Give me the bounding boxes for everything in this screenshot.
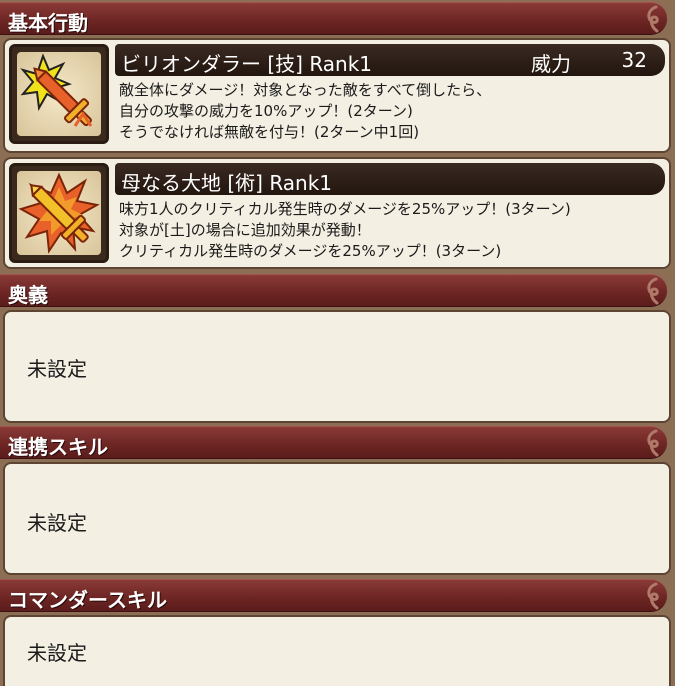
description-line: 対象が[土]の場合に追加効果が発動！: [119, 221, 371, 239]
skill-card[interactable]: 母なる大地 [術] Rank1 味方1人のクリティカル発生時のダメージを25%ア…: [3, 157, 671, 269]
section-title: 連携スキル: [8, 435, 108, 459]
section-header-link-skill: 連携スキル: [0, 426, 667, 459]
description-line: そうでなければ無敵を付与！(2ターン中1回): [119, 123, 420, 141]
section-header-basic-action: 基本行動: [0, 2, 667, 35]
power-value: 32: [621, 48, 647, 72]
unset-label: 未設定: [27, 641, 87, 665]
description-line: クリティカル発生時のダメージを25%アップ！(3ターン): [119, 242, 502, 260]
section-header-commander-skill: コマンダースキル: [0, 579, 667, 612]
section-header-ougi: 奥義: [0, 274, 667, 307]
burst-sword-icon: [17, 171, 101, 255]
skill-icon-frame: [9, 44, 109, 144]
skill-card[interactable]: ビリオンダラー [技] Rank1 威力 32 敵全体にダメージ！対象となった敵…: [3, 38, 671, 153]
power-label: 威力: [531, 52, 571, 76]
scroll-ornament-icon: [647, 429, 659, 457]
skill-description: 味方1人のクリティカル発生時のダメージを25%アップ！(3ターン) 対象が[土]…: [119, 199, 571, 262]
skill-name: 母なる大地 [術] Rank1: [121, 171, 333, 195]
skill-name: ビリオンダラー [技] Rank1: [121, 52, 373, 76]
skill-icon-frame: [9, 163, 109, 263]
scroll-ornament-icon: [647, 582, 659, 610]
description-line: 敵全体にダメージ！対象となった敵をすべて倒したら、: [119, 81, 492, 99]
section-title: コマンダースキル: [8, 588, 167, 612]
scroll-ornament-icon: [647, 5, 659, 33]
section-title: 奥義: [8, 283, 48, 307]
section-title: 基本行動: [8, 11, 88, 35]
unset-label: 未設定: [27, 357, 87, 381]
ougi-panel[interactable]: 未設定: [3, 310, 671, 423]
skill-name-bar: 母なる大地 [術] Rank1: [115, 163, 665, 195]
skill-description: 敵全体にダメージ！対象となった敵をすべて倒したら、 自分の攻撃の威力を10%アッ…: [119, 80, 491, 143]
description-line: 味方1人のクリティカル発生時のダメージを25%アップ！(3ターン): [119, 200, 571, 218]
skill-name-bar: ビリオンダラー [技] Rank1 威力 32: [115, 44, 665, 76]
commander-skill-panel[interactable]: 未設定: [3, 615, 671, 686]
unset-label: 未設定: [27, 511, 87, 535]
scroll-ornament-icon: [647, 277, 659, 305]
link-skill-panel[interactable]: 未設定: [3, 462, 671, 575]
shuriken-sword-icon: [17, 52, 101, 136]
description-line: 自分の攻撃の威力を10%アップ！(2ターン): [119, 102, 413, 120]
